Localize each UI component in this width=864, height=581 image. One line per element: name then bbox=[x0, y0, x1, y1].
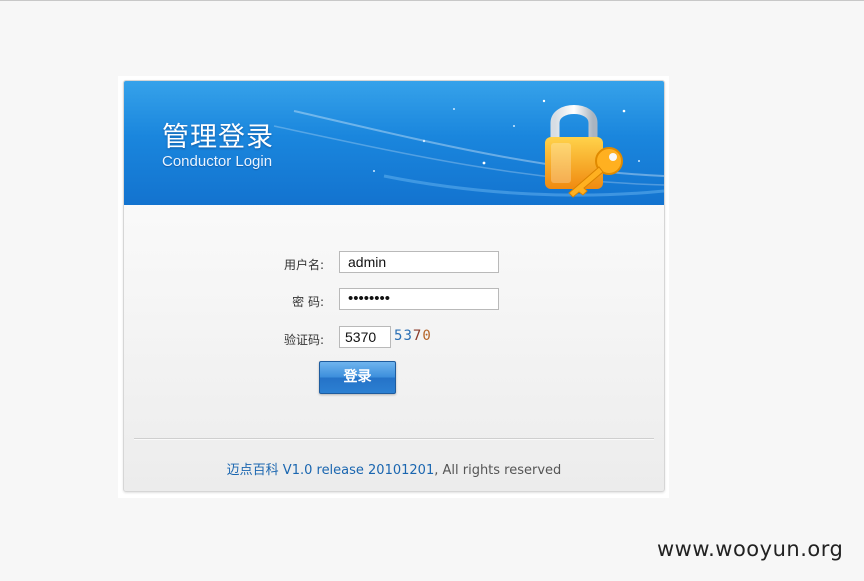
top-border bbox=[0, 0, 864, 1]
page-title: 管理登录 bbox=[162, 122, 274, 153]
username-row: 用户名: admin bbox=[124, 251, 664, 275]
captcha-row: 验证码: 5370 5370 bbox=[124, 326, 664, 350]
password-input[interactable]: •••••••• bbox=[339, 288, 499, 310]
footer: 迈点百科 V1.0 release 20101201, All rights r… bbox=[124, 459, 664, 478]
username-input[interactable]: admin bbox=[339, 251, 499, 273]
login-frame: 管理登录 Conductor Login 用户名: admin 密 码: •••… bbox=[118, 76, 669, 498]
username-label: 用户名: bbox=[283, 258, 324, 272]
captcha-label: 验证码: bbox=[283, 333, 324, 347]
captcha-char: 0 bbox=[422, 328, 432, 344]
page-subtitle: Conductor Login bbox=[162, 153, 273, 170]
password-label: 密 码: bbox=[292, 295, 324, 309]
captcha-char: 3 bbox=[403, 328, 413, 344]
captcha-input[interactable]: 5370 bbox=[339, 326, 391, 348]
password-row: 密 码: •••••••• bbox=[124, 288, 664, 312]
login-button[interactable]: 登录 bbox=[319, 361, 396, 394]
footer-copyright: , All rights reserved bbox=[434, 463, 562, 478]
login-banner: 管理登录 Conductor Login bbox=[124, 81, 664, 205]
login-form: 用户名: admin 密 码: •••••••• 验证码: 5370 5370 … bbox=[124, 205, 664, 435]
lock-and-key-icon bbox=[545, 105, 623, 198]
captcha-image[interactable]: 5370 bbox=[394, 328, 432, 344]
footer-version-link[interactable]: 迈点百科 V1.0 release 20101201 bbox=[227, 463, 435, 478]
captcha-char: 7 bbox=[412, 328, 423, 344]
watermark: www.wooyun.org bbox=[657, 537, 844, 561]
footer-divider bbox=[134, 438, 654, 440]
login-panel: 管理登录 Conductor Login 用户名: admin 密 码: •••… bbox=[123, 80, 665, 492]
